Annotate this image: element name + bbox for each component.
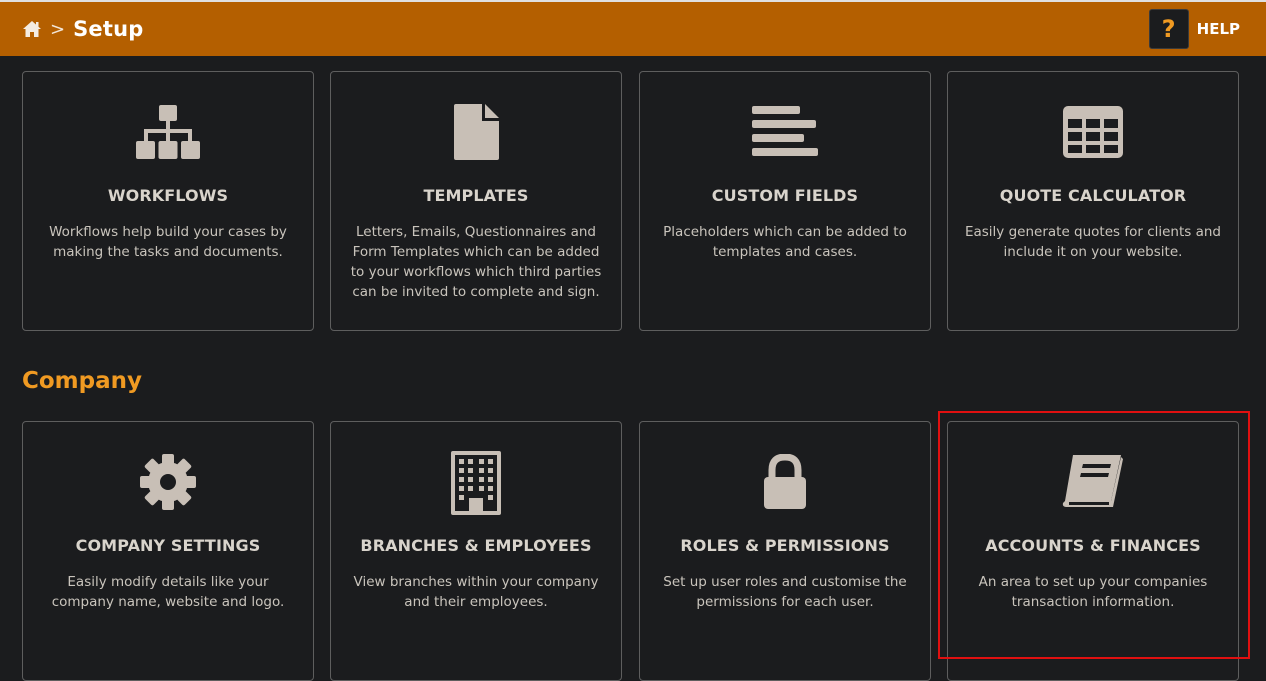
help-label: HELP (1196, 20, 1240, 38)
card-description: Workflows help build your cases by makin… (49, 224, 287, 260)
card-company-settings[interactable]: COMPANY SETTINGS Easily modify details l… (22, 421, 314, 681)
card-description: An area to set up your companies transac… (978, 574, 1208, 610)
sitemap-icon (23, 102, 313, 162)
breadcrumb-separator: > (50, 18, 66, 40)
home-icon[interactable] (22, 20, 42, 38)
align-left-icon (640, 102, 930, 162)
card-branches-employees[interactable]: BRANCHES & EMPLOYEES View branches withi… (330, 421, 622, 681)
page-title: Setup (73, 17, 144, 41)
lock-icon (640, 452, 930, 512)
card-quote-calculator[interactable]: QUOTE CALCULATOR Easily generate quotes … (947, 71, 1239, 331)
card-description: Easily generate quotes for clients and i… (964, 224, 1222, 260)
card-roles-permissions[interactable]: ROLES & PERMISSIONS Set up user roles an… (639, 421, 931, 681)
card-description: Set up user roles and customise the perm… (663, 574, 907, 610)
file-icon (331, 102, 621, 162)
card-title: TEMPLATES (423, 186, 529, 205)
card-title: BRANCHES & EMPLOYEES (360, 536, 592, 555)
card-description: View branches within your company and th… (353, 574, 599, 610)
card-accounts-finances[interactable]: ACCOUNTS & FINANCES An area to set up yo… (947, 421, 1239, 681)
card-templates[interactable]: TEMPLATES Letters, Emails, Questionnaire… (330, 71, 622, 331)
card-description: Easily modify details like your company … (51, 574, 285, 610)
card-description: Letters, Emails, Questionnaires and Form… (350, 224, 602, 300)
card-custom-fields[interactable]: CUSTOM FIELDS Placeholders which can be … (639, 71, 931, 331)
top-bar: > Setup ? HELP (0, 0, 1266, 56)
card-title: WORKFLOWS (107, 186, 229, 205)
book-icon (948, 452, 1238, 512)
card-title: ACCOUNTS & FINANCES (985, 536, 1201, 555)
card-title: CUSTOM FIELDS (711, 186, 859, 205)
help-button[interactable]: ? HELP (1148, 9, 1240, 49)
section-title-company: Company (22, 368, 142, 394)
card-title: QUOTE CALCULATOR (999, 186, 1187, 205)
card-title: ROLES & PERMISSIONS (680, 536, 890, 555)
table-icon (948, 102, 1238, 162)
building-icon (331, 450, 621, 516)
card-description: Placeholders which can be added to templ… (663, 224, 907, 260)
breadcrumb: > Setup (22, 16, 143, 42)
card-title: COMPANY SETTINGS (75, 536, 261, 555)
gear-icon (23, 452, 313, 512)
question-icon: ? (1148, 9, 1189, 49)
card-workflows[interactable]: WORKFLOWS Workflows help build your case… (22, 71, 314, 331)
